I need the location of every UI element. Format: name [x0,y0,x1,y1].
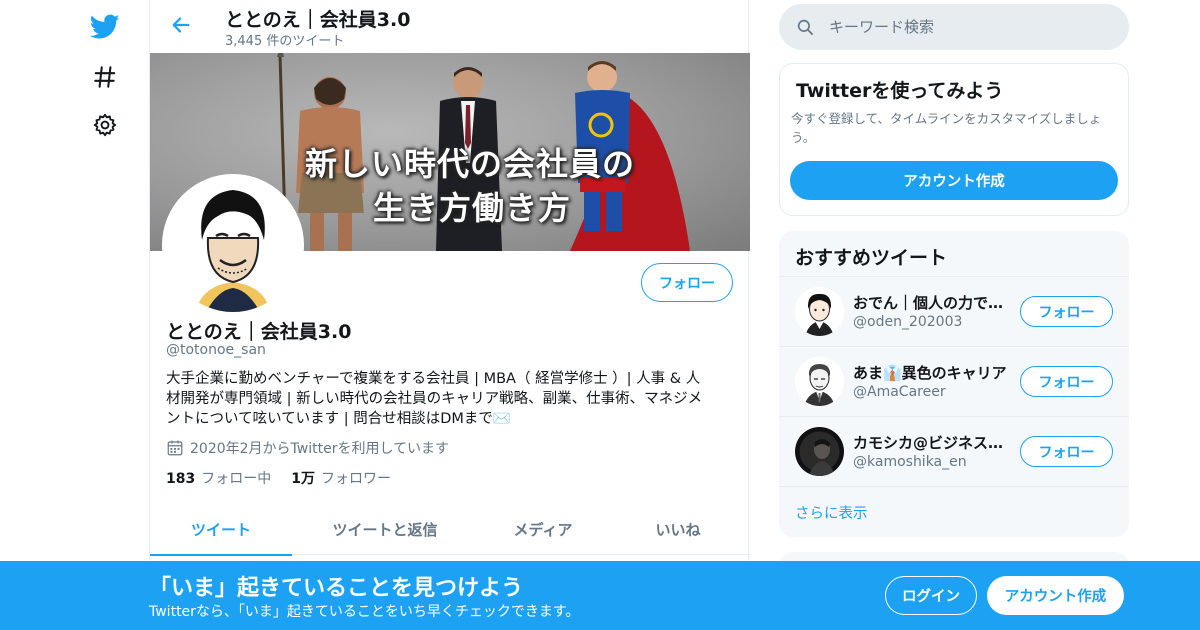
joined-text: 2020年2月からTwitterを利用しています [190,441,450,457]
show-more-link[interactable]: さらに表示 [779,486,1129,537]
twitter-bird-icon[interactable] [90,12,120,42]
follow-user-button[interactable]: フォロー [1020,366,1113,397]
following-count: 183 [166,471,196,487]
profile-handle: @totonoe_san [166,342,266,358]
user-name: カモシカ@ビジネス… [853,434,1004,452]
back-arrow-icon[interactable] [168,12,194,38]
tab-tweets-and-replies[interactable]: ツイートと返信 [292,503,478,555]
tweet-count: 3,445 件のツイート [225,34,345,49]
profile-avatar[interactable] [162,174,304,316]
recommended-user-row[interactable]: おでん｜個人の力で… @oden_202003 フォロー [779,276,1129,346]
followers-count: 1万 [291,471,315,487]
profile-name: ととのえ｜会社員3.0 [166,321,352,343]
profile-bio: 大手企業に勤めベンチャーで複業をする会社員 | MBA（ 経営学修士 ）| 人事… [166,369,732,429]
follow-stats: 183 フォロー中 1万 フォロワー [166,468,391,488]
twitter-profile-page: ととのえ｜会社員3.0 3,445 件のツイート 新しい時代の会社員の 生き方働… [0,0,1200,630]
recommended-title: おすすめツイート [795,247,948,269]
user-handle: @AmaCareer [853,384,946,400]
user-avatar[interactable] [795,357,844,406]
create-account-button[interactable]: アカウント作成 [790,161,1118,200]
tab-media[interactable]: メディア [478,503,608,555]
follow-user-button[interactable]: フォロー [1020,296,1113,327]
signup-button[interactable]: アカウント作成 [987,576,1124,615]
user-handle: @kamoshika_en [853,454,967,470]
followers-link[interactable]: 1万 フォロワー [291,468,391,488]
following-label: フォロー中 [201,471,272,487]
gear-icon[interactable] [90,110,120,140]
login-button[interactable]: ログイン [885,576,977,615]
signup-bottom-bar: 「いま」起きていることを見つけよう Twitterなら、「いま」起きていることを… [0,561,1200,630]
header-title: ととのえ｜会社員3.0 [225,9,411,31]
search-icon [795,17,815,37]
recommended-user-row[interactable]: カモシカ@ビジネス… @kamoshika_en フォロー [779,416,1129,486]
bottom-bar-headline: 「いま」起きていることを見つけよう [149,576,524,601]
joined-date: 2020年2月からTwitterを利用しています [166,438,449,458]
user-avatar[interactable] [795,287,844,336]
bio-line: 材開発が専門領域 | 新しい時代の会社員のキャリア戦略、副業、仕事術、マネジメ [166,391,703,407]
search-input[interactable] [829,18,1109,36]
followers-label: フォロワー [320,471,391,487]
hashtag-icon[interactable] [90,62,120,92]
user-handle: @oden_202003 [853,314,963,330]
follow-user-button[interactable]: フォロー [1020,436,1113,467]
tab-tweets[interactable]: ツイート [150,503,292,556]
user-name: あま👔異色のキャリア [853,364,1007,382]
following-link[interactable]: 183 フォロー中 [166,468,271,488]
recommended-user-row[interactable]: あま👔異色のキャリア @AmaCareer フォロー [779,346,1129,416]
bio-line: 大手企業に勤めベンチャーで複業をする会社員 | MBA（ 経営学修士 ）| 人事… [166,371,701,387]
bottom-bar-subtext: Twitterなら、「いま」起きていることをいち早くチェックできます。 [149,604,580,620]
bio-line: ントについて呟いています | 問合せ相談はDMまで✉️ [166,411,511,427]
signup-card-title: Twitterを使ってみよう [796,80,1004,102]
user-name: おでん｜個人の力で… [853,294,1004,312]
profile-column: ととのえ｜会社員3.0 3,445 件のツイート 新しい時代の会社員の 生き方働… [149,0,750,630]
user-avatar[interactable] [795,427,844,476]
profile-tabs: ツイート ツイートと返信 メディア いいね [150,503,750,556]
follow-button[interactable]: フォロー [641,263,733,302]
search-box [779,4,1129,50]
calendar-icon [167,440,183,456]
signup-card: Twitterを使ってみよう 今すぐ登録して、タイムラインをカスタマイズしましょ… [779,63,1129,216]
profile-header-bar: ととのえ｜会社員3.0 3,445 件のツイート [150,0,750,53]
recommended-tweets-card: おすすめツイート おでん｜個人の力で… @oden_202003 フォロー あま… [779,231,1129,537]
tab-likes[interactable]: いいね [608,503,748,555]
signup-card-description: 今すぐ登録して、タイムラインをカスタマイズしましょう。 [791,111,1102,145]
